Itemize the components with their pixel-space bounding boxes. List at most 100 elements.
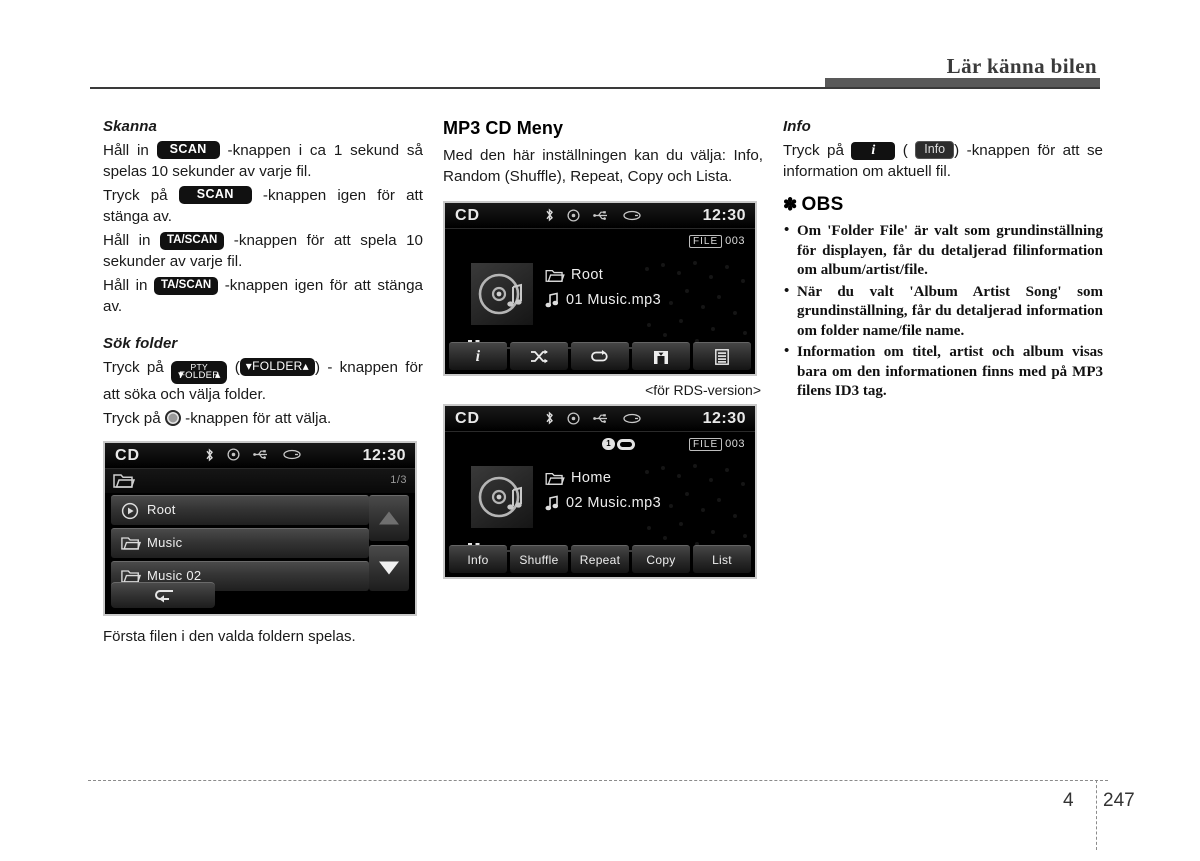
shuffle-button[interactable] bbox=[510, 342, 568, 370]
list-item[interactable]: Root bbox=[111, 494, 369, 525]
info-button[interactable]: i bbox=[449, 342, 507, 370]
info-hard-key: i bbox=[851, 142, 896, 160]
file-indicator: FILE 003 bbox=[689, 235, 745, 248]
scan-text-3b: -knappen för att spela 10 sekunder av va… bbox=[103, 232, 423, 270]
list-icon bbox=[715, 348, 729, 365]
folder-icon bbox=[113, 473, 135, 488]
list-item-label: Music 02 bbox=[147, 567, 202, 583]
file-label: FILE bbox=[689, 235, 723, 248]
folder-icon bbox=[121, 536, 141, 550]
back-button[interactable] bbox=[111, 581, 215, 608]
scan-paragraph-3: Håll in TA/SCAN -knappen för att spela 1… bbox=[103, 230, 423, 272]
info-paragraph: Tryck på i ( Info) -knappen för att se i… bbox=[783, 140, 1103, 182]
disc-icon bbox=[567, 208, 580, 222]
folder-text-2b: -knappen för att välja. bbox=[185, 409, 332, 427]
album-art bbox=[471, 263, 533, 325]
scroll-down-button[interactable] bbox=[369, 544, 409, 591]
repeat-button[interactable] bbox=[571, 342, 629, 370]
mp3-player-screen-rds[interactable]: CD 12:30 1 FILE 003 Home 02 Music.mp3 In… bbox=[443, 404, 757, 579]
right-column: Info Tryck på i ( Info) -knappen för att… bbox=[783, 118, 1103, 404]
track-line: 01 Music.mp3 bbox=[545, 292, 661, 308]
player-body: 1 FILE 003 Home 02 Music.mp3 Info Shuffl… bbox=[445, 432, 755, 577]
folder-text-2a: Tryck på bbox=[103, 409, 161, 427]
rds-indicator-icon: 1 bbox=[602, 438, 635, 450]
scan-key-2: SCAN bbox=[178, 186, 252, 204]
list-item-label: Music bbox=[147, 534, 183, 550]
info-text-a: Tryck på bbox=[783, 142, 844, 159]
paren-open-info: ( bbox=[902, 142, 908, 159]
shuffle-button[interactable]: Shuffle bbox=[510, 545, 568, 573]
file-number: 003 bbox=[725, 438, 745, 450]
list-button[interactable]: List bbox=[693, 545, 751, 573]
clock-label: 12:30 bbox=[362, 446, 406, 464]
repeat-button-label: Repeat bbox=[579, 552, 621, 567]
triangle-up-icon bbox=[379, 511, 399, 525]
scrollbar[interactable] bbox=[369, 494, 409, 595]
scan-text-1a: Håll in bbox=[103, 142, 149, 159]
oval-icon bbox=[623, 210, 641, 220]
player-body: FILE 003 Root 01 Music.mp3 i bbox=[445, 229, 755, 374]
folder-icon bbox=[545, 269, 565, 282]
music-note-icon bbox=[545, 495, 559, 511]
bluetooth-icon bbox=[546, 411, 553, 425]
folder-key-alt: ▾FOLDER▴ bbox=[239, 358, 315, 376]
folder-paragraph-1: Tryck på ▾ PTY FOLDER ▴ (▾FOLDER▴) - kna… bbox=[103, 357, 423, 405]
music-note-icon bbox=[545, 292, 559, 308]
copy-icon bbox=[654, 350, 668, 364]
chevron-up-icon-2: ▴ bbox=[302, 359, 309, 373]
repeat-button[interactable]: Repeat bbox=[571, 545, 629, 573]
list-item-label: Root bbox=[147, 501, 176, 517]
folder-list: Root Music Music 02 bbox=[111, 494, 369, 594]
scan-key-1: SCAN bbox=[156, 141, 220, 159]
copy-button[interactable] bbox=[632, 342, 690, 370]
triangle-down-icon bbox=[379, 561, 399, 575]
chevron-down-icon: ▾ bbox=[178, 368, 184, 381]
scan-paragraph-4: Håll in TA/SCAN -knappen igen för att st… bbox=[103, 275, 423, 317]
folder-list-screen[interactable]: CD 12:30 1/3 Root Music Music 02 bbox=[103, 440, 417, 616]
copy-button[interactable]: Copy bbox=[632, 545, 690, 573]
content-columns: Skanna Håll in SCAN -knappen i ca 1 seku… bbox=[0, 118, 1200, 758]
list-button[interactable] bbox=[693, 342, 751, 370]
shuffle-icon bbox=[531, 349, 548, 364]
folder-name: Home bbox=[571, 470, 612, 486]
track-name: 01 Music.mp3 bbox=[566, 292, 662, 308]
scan-key-3: TA/SCAN bbox=[160, 232, 225, 250]
disc-icon bbox=[227, 448, 240, 461]
left-column: Skanna Håll in SCAN -knappen i ca 1 seku… bbox=[103, 118, 423, 645]
mp3-player-screen[interactable]: CD 12:30 FILE 003 Root 01 Music.mp3 i bbox=[443, 201, 757, 376]
rds-version-caption: <för RDS-version> bbox=[645, 382, 761, 398]
disc-icon bbox=[567, 411, 580, 425]
page-title: Lär känna bilen bbox=[946, 54, 1097, 78]
status-bar: CD 12:30 bbox=[105, 442, 415, 469]
list-page-indicator: 1/3 bbox=[390, 473, 407, 486]
status-icon-group bbox=[545, 411, 641, 425]
scan-text-4a: Håll in bbox=[103, 277, 148, 294]
scroll-up-button[interactable] bbox=[369, 494, 409, 541]
scan-paragraph-2: Tryck på SCAN -knappen igen för att stän… bbox=[103, 185, 423, 227]
chapter-number: 4 bbox=[1063, 790, 1074, 811]
oval-icon bbox=[623, 413, 641, 423]
page-number: 247 bbox=[1103, 790, 1135, 811]
folder-paragraph-2: Tryck på -knappen för att välja. bbox=[103, 408, 423, 429]
folder-icon bbox=[545, 472, 565, 485]
source-label: CD bbox=[455, 410, 481, 427]
back-arrow-icon bbox=[155, 589, 173, 602]
usb-icon bbox=[593, 210, 607, 220]
usb-icon bbox=[593, 413, 607, 423]
soft-button-row: i bbox=[449, 342, 751, 370]
page-header: Lär känna bilen bbox=[0, 0, 1200, 100]
list-screen-caption: Första filen i den valda foldern spelas. bbox=[103, 627, 356, 645]
usb-icon bbox=[253, 450, 267, 459]
folder-line: Home bbox=[545, 470, 661, 486]
cd-note-icon bbox=[478, 476, 522, 518]
info-button-label: Info bbox=[467, 552, 489, 567]
pty-folder-key: ▾ PTY FOLDER ▴ bbox=[171, 360, 228, 384]
list-button-label: List bbox=[712, 552, 732, 567]
scan-paragraph-1: Håll in SCAN -knappen i ca 1 sekund så s… bbox=[103, 140, 423, 182]
list-header: 1/3 bbox=[105, 468, 415, 493]
list-item[interactable]: Music bbox=[111, 527, 369, 558]
paren-close: ) bbox=[314, 359, 320, 376]
repeat-icon bbox=[591, 350, 608, 362]
info-button[interactable]: Info bbox=[449, 545, 507, 573]
mp3-menu-heading: MP3 CD Meny bbox=[443, 118, 564, 138]
